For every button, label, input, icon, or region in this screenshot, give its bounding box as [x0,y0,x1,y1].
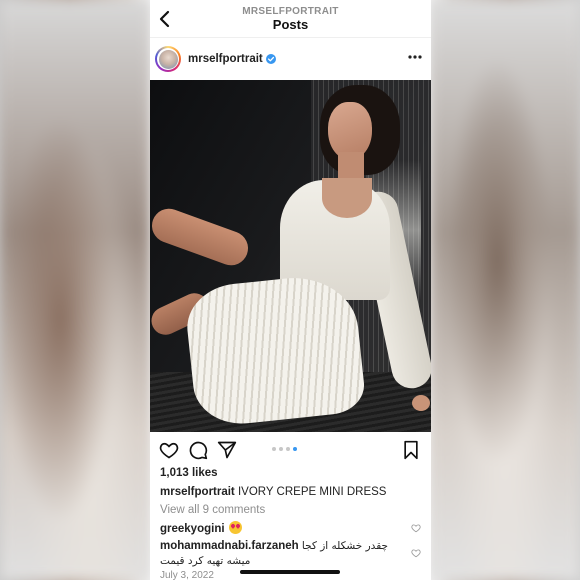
bookmark-icon [404,440,418,460]
photo-neckline [322,178,372,218]
carousel-dot [279,447,283,451]
more-options-button[interactable] [407,51,423,63]
background-blur-left [0,0,150,580]
avatar[interactable] [155,46,181,72]
page-title: Posts [272,17,309,32]
heart-eyes-emoji-icon [228,521,242,534]
post-date: July 3, 2022 [160,570,214,580]
heart-icon [159,442,179,459]
comment-button[interactable] [188,440,208,460]
comment-username[interactable]: mohammadnabi.farzaneh [160,540,299,552]
caption-username[interactable]: mrselfportrait [160,486,235,498]
comment-username[interactable]: greekyogini [160,523,225,535]
comment-row: mohammadnabi.farzaneh چقدر خشکله از کجا [160,540,388,552]
photo-pleated-skirt [183,271,367,429]
carousel-dot-active [293,447,297,451]
comment-like-heart-icon[interactable] [411,523,421,533]
comment-text: چقدر خشکله از کجا [301,540,388,552]
avatar-ring-inner [157,48,179,70]
more-options-icon [408,55,422,59]
carousel-dot [286,447,290,451]
avatar-image [158,49,178,69]
top-bar: MRSELFPORTRAIT Posts [150,0,431,38]
photo-leg-upper [150,203,253,271]
background-blur-right [430,0,580,580]
view-all-comments-link[interactable]: View all 9 comments [160,504,265,516]
phone-screen: MRSELFPORTRAIT Posts mrselfportrait 1,01… [150,0,431,580]
account-name-caps: MRSELFPORTRAIT [242,6,339,17]
caption-text: IVORY CREPE MINI DRESS [237,486,387,498]
home-indicator [240,570,340,574]
post-actions [150,438,431,462]
comment-icon [189,441,208,460]
comment-like-heart-icon[interactable] [411,548,421,558]
carousel-dot [272,447,276,451]
carousel-indicator [272,447,297,451]
likes-count[interactable]: 1,013 likes [160,467,218,479]
like-button[interactable] [159,440,179,460]
share-button[interactable] [217,440,237,460]
post-photo[interactable] [150,80,431,432]
comment-row: greekyogini [160,521,242,535]
verified-badge-icon [266,54,276,64]
share-icon [217,441,237,459]
post-caption: mrselfportrait IVORY CREPE MINI DRESS [160,486,386,498]
save-button[interactable] [401,440,421,460]
comment-text: میشه تهیه کرد قیمت [160,555,251,567]
comment-row-continuation: میشه تهیه کرد قیمت [160,555,250,567]
post-username[interactable]: mrselfportrait [188,53,263,65]
post-header: mrselfportrait [150,38,431,80]
photo-hand [412,395,430,411]
